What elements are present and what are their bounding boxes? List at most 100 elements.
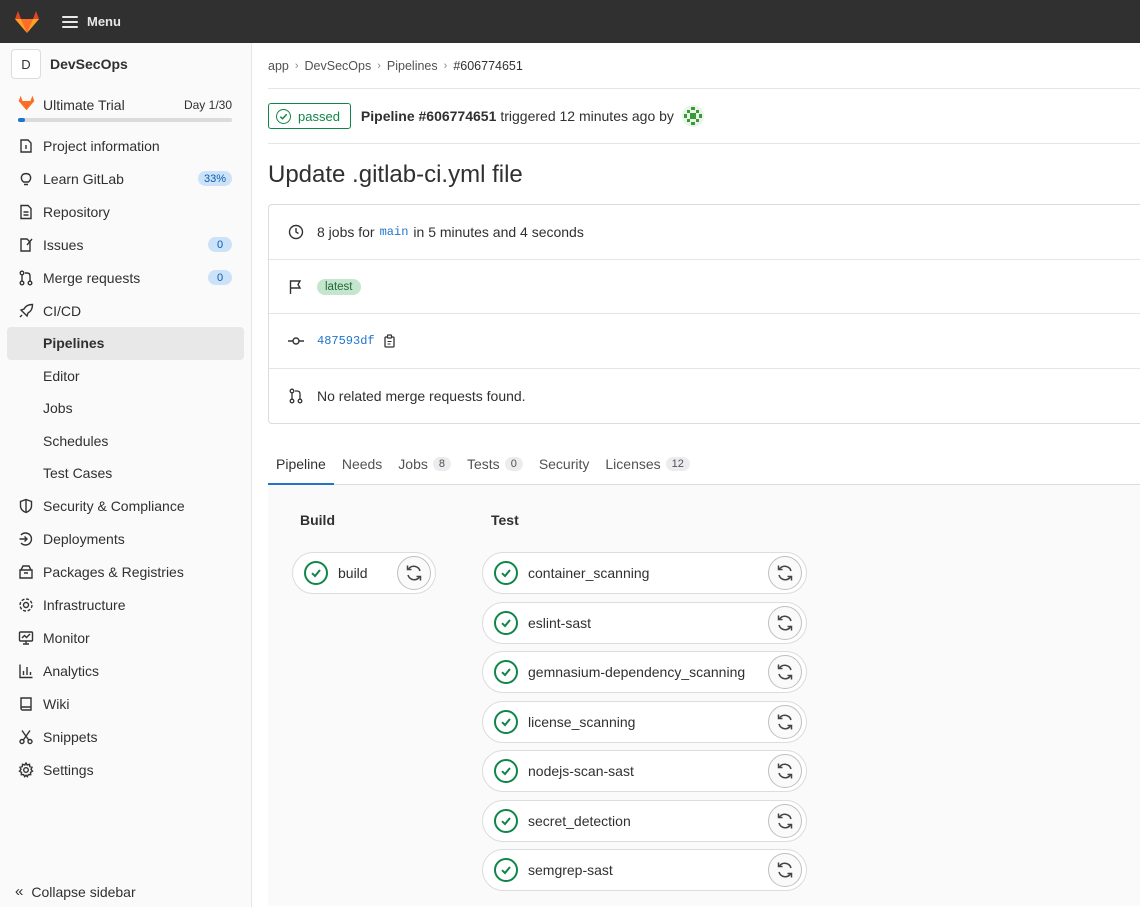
sidebar-item-label: Infrastructure [43,597,126,613]
breadcrumb-item[interactable]: Pipelines [387,59,438,73]
sidebar-item-security-compliance[interactable]: Security & Compliance [0,490,251,523]
sidebar-item-test-cases[interactable]: Test Cases [0,457,251,490]
copy-icon[interactable] [383,334,397,348]
sidebar-item-label: Merge requests [43,269,141,286]
job-secret_detection[interactable]: secret_detection [482,799,807,842]
menu-button[interactable]: Menu [62,14,121,29]
sidebar-item-deployments[interactable]: Deployments [0,523,251,556]
flag-icon [288,279,304,295]
breadcrumb-item[interactable]: #606774651 [453,59,523,73]
sidebar-item-learn-gitlab[interactable]: Learn GitLab 33% [0,162,251,195]
sidebar-item-infrastructure[interactable]: Infrastructure [0,589,251,622]
sidebar-item-label: Analytics [43,663,100,679]
retry-icon[interactable] [768,605,802,640]
sidebar-item-pipelines[interactable]: Pipelines [7,327,244,360]
job-nodejs-scan-sast[interactable]: nodejs-scan-sast [482,750,807,792]
job-container_scanning[interactable]: container_scanning [482,552,807,594]
retry-icon[interactable] [768,556,802,590]
jobs-summary-row: 8 jobs for main in 5 minutes and 4 secon… [269,205,1140,260]
sidebar-item-jobs[interactable]: Jobs [0,392,251,425]
chevron-right-icon: › [294,59,299,72]
job-build[interactable]: build [292,552,436,594]
job-semgrep-sast[interactable]: semgrep-sast [482,849,807,891]
sidebar-item-ci-cd[interactable]: CI/CD [0,294,251,327]
tab-licenses[interactable]: Licenses 12 [597,444,698,484]
sidebar-item-packages-registries[interactable]: Packages & Registries [0,556,251,589]
sidebar-item-issues[interactable]: Issues 0 [0,228,251,261]
check-circle-icon [276,108,291,124]
issues-icon [18,237,34,253]
status-label: passed [298,108,340,124]
job-eslint-sast[interactable]: eslint-sast [482,601,807,644]
chart-icon [18,663,34,679]
sidebar-item-analytics[interactable]: Analytics [0,655,251,688]
sidebar-item-editor[interactable]: Editor [0,360,251,393]
menu-label: Menu [87,14,121,29]
sidebar-item-project-information[interactable]: Project information [0,129,251,162]
gear-icon [18,762,34,778]
sidebar-item-monitor[interactable]: Monitor [0,622,251,655]
latest-badge: latest [317,278,361,295]
check-circle-icon [494,858,518,882]
sidebar-item-label: Pipelines [43,335,105,352]
breadcrumb-item[interactable]: DevSecOps [305,59,372,73]
clock-icon [288,224,304,240]
gitlab-logo-icon[interactable] [13,8,41,36]
merge-requests-row: No related merge requests found. [269,369,1140,423]
check-circle-icon [494,610,518,635]
retry-icon[interactable] [768,655,802,689]
commit-sha-link[interactable]: 487593df [317,334,375,348]
trial-tanuki-icon [18,95,35,114]
tab-jobs[interactable]: Jobs 8 [390,444,459,484]
tab-label: Security [538,456,590,472]
sidebar: D DevSecOps Ultimate Trial Day 1/30 Proj… [0,43,252,907]
sidebar-item-schedules[interactable]: Schedules [0,425,251,458]
scissors-icon [18,729,34,745]
info-icon [18,138,34,154]
tags-row: latest [269,260,1140,314]
sidebar-item-merge-requests[interactable]: Merge requests 0 [0,261,251,294]
retry-icon[interactable] [768,853,802,887]
collapse-sidebar-button[interactable]: « Collapse sidebar [0,876,251,907]
job-gemnasium-dependency_scanning[interactable]: gemnasium-dependency_scanning [482,651,807,693]
sidebar-item-wiki[interactable]: Wiki [0,688,251,721]
tab-label: Needs [341,456,383,472]
check-circle-icon [494,660,518,684]
retry-icon[interactable] [768,704,802,739]
sidebar-item-label: Wiki [43,696,70,712]
package-icon [18,564,34,580]
no-merge-requests-text: No related merge requests found. [317,388,526,404]
breadcrumb-item[interactable]: app [268,59,289,73]
retry-icon[interactable] [768,803,802,838]
tab-tests[interactable]: Tests 0 [459,444,531,484]
sidebar-item-snippets[interactable]: Snippets [0,721,251,754]
user-avatar[interactable] [681,105,704,127]
tab-pipeline[interactable]: Pipeline [268,444,334,485]
duration-text: in 5 minutes and 4 seconds [413,224,584,240]
project-header[interactable]: D DevSecOps [0,43,251,85]
branch-link[interactable]: main [380,225,409,239]
tab-security[interactable]: Security [531,444,598,484]
sidebar-item-repository[interactable]: Repository [0,195,251,228]
sidebar-item-settings[interactable]: Settings [0,754,251,787]
retry-icon[interactable] [397,556,431,590]
job-name: nodejs-scan-sast [528,763,634,779]
double-chevron-left-icon: « [15,883,24,900]
sidebar-item-label: Test Cases [43,465,113,482]
tab-count-badge: 0 [504,457,523,471]
tab-label: Licenses [605,456,661,472]
sidebar-item-label: Schedules [43,432,109,449]
check-circle-icon [494,561,518,585]
tab-needs[interactable]: Needs [334,444,390,484]
book-icon [18,696,34,712]
pipeline-tabs: Pipeline Needs Jobs 8 Tests 0 Security Licenses… [268,444,1140,485]
status-badge[interactable]: passed [268,103,351,129]
shield-icon [18,498,34,514]
sidebar-nav: Project information Learn GitLab 33% Reposi… [0,129,251,787]
trial-status-widget[interactable]: Ultimate Trial Day 1/30 [0,85,251,129]
retry-icon[interactable] [768,754,802,788]
check-circle-icon [494,759,518,783]
sidebar-item-label: CI/CD [43,302,82,319]
job-license_scanning[interactable]: license_scanning [482,700,807,743]
trial-progress-bar [18,118,232,122]
